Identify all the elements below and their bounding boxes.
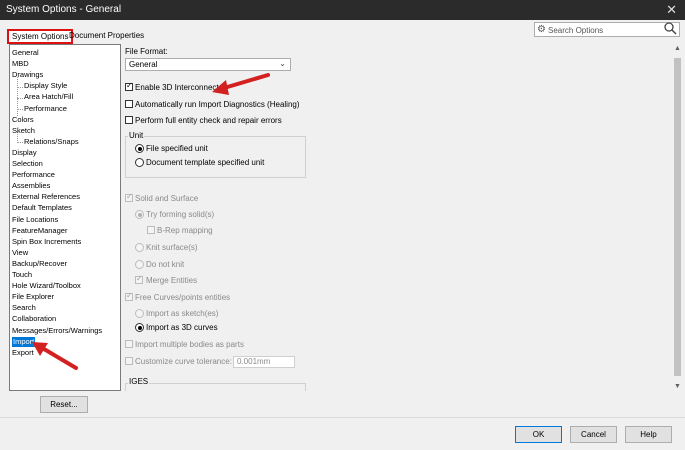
tree-item-performance[interactable]: Performance	[24, 104, 67, 114]
full-entity-check-label: Perform full entity check and repair err…	[135, 116, 282, 125]
close-icon[interactable]: ✕	[666, 2, 677, 18]
try-forming-solids-label: Try forming solid(s)	[146, 210, 215, 219]
reset-button[interactable]: Reset...	[40, 396, 88, 413]
tree-item-spin-box-increments[interactable]: Spin Box Increments	[12, 237, 81, 247]
checkmark-icon: ✓	[136, 274, 143, 283]
document-template-unit-radio[interactable]	[135, 158, 144, 167]
tree-item-general[interactable]: General	[12, 48, 39, 58]
merge-entities-checkbox[interactable]: ✓	[135, 274, 143, 284]
ok-button[interactable]: OK	[515, 426, 562, 443]
tree-item-search[interactable]: Search	[12, 303, 36, 313]
tree-item-file-explorer[interactable]: File Explorer	[12, 292, 54, 302]
solid-and-surface-label: Solid and Surface	[135, 194, 199, 203]
merge-entities-label: Merge Entities	[146, 276, 198, 285]
tree-item-area-hatch-fill[interactable]: Area Hatch/Fill	[24, 92, 73, 102]
tab-system-options[interactable]: System Options	[7, 29, 74, 44]
customize-tolerance-label: Customize curve tolerance:	[135, 357, 232, 366]
window-title: System Options - General	[6, 4, 122, 15]
tree-item-file-locations[interactable]: File Locations	[12, 215, 58, 225]
document-template-unit-label: Document template specified unit	[146, 158, 265, 167]
checkmark-icon: ✓	[126, 81, 133, 90]
file-format-label: File Format:	[125, 47, 168, 56]
import-as-3d-curves-radio[interactable]	[135, 323, 144, 332]
tab-document-properties[interactable]: Document Properties	[69, 31, 144, 40]
magnifier-icon[interactable]	[663, 21, 677, 35]
enable-3d-interconnect-label: Enable 3D Interconnect	[135, 83, 219, 92]
do-not-knit-radio[interactable]	[135, 260, 144, 269]
help-button[interactable]: Help	[625, 426, 672, 443]
tree-item-touch[interactable]: Touch	[12, 270, 32, 280]
scroll-down-icon[interactable]: ▼	[674, 383, 681, 390]
tree-item-hole-wizard-toolbox[interactable]: Hole Wizard/Toolbox	[12, 281, 81, 291]
options-tree[interactable]: General MBD Drawings Display Style Area Hatc…	[9, 44, 121, 391]
import-multiple-bodies-label: Import multiple bodies as parts	[135, 340, 244, 349]
tree-guide-line	[17, 142, 23, 143]
brep-mapping-checkbox[interactable]	[147, 226, 155, 234]
checkmark-icon: ✓	[126, 291, 133, 300]
annotation-arrow-icon	[32, 342, 78, 370]
auto-import-diagnostics-checkbox[interactable]	[125, 100, 133, 108]
radio-dot-icon	[137, 325, 142, 330]
unit-group	[125, 136, 306, 178]
tree-item-performance[interactable]: Performance	[12, 170, 55, 180]
search-input[interactable]: ⚙ Search Options	[534, 22, 680, 37]
tree-item-display[interactable]: Display	[12, 148, 37, 158]
tree-guide-line	[17, 77, 18, 116]
radio-dot-icon	[137, 146, 142, 151]
tree-guide-line	[17, 109, 23, 110]
title-bar: System Options - General ✕	[0, 0, 685, 20]
tree-item-view[interactable]: View	[12, 248, 28, 258]
options-panel: File Format: General ⌄ ✓ Enable 3D Inter…	[122, 44, 671, 391]
import-multiple-bodies-checkbox[interactable]	[125, 340, 133, 348]
import-as-3d-curves-label: Import as 3D curves	[146, 323, 218, 332]
do-not-knit-label: Do not knit	[146, 260, 185, 269]
tree-item-external-references[interactable]: External References	[12, 192, 80, 202]
tree-item-featuremanager[interactable]: FeatureManager	[12, 226, 67, 236]
file-format-value: General	[129, 60, 158, 69]
brep-mapping-label: B-Rep mapping	[157, 226, 213, 235]
tree-item-backup-recover[interactable]: Backup/Recover	[12, 259, 67, 269]
try-forming-solids-radio[interactable]	[135, 210, 144, 219]
customize-tolerance-checkbox[interactable]	[125, 357, 133, 365]
file-specified-unit-radio[interactable]	[135, 144, 144, 153]
tree-item-collaboration[interactable]: Collaboration	[12, 314, 56, 324]
iges-group-title: IGES	[128, 377, 150, 386]
tree-guide-line	[17, 98, 23, 99]
search-placeholder: Search Options	[548, 26, 604, 35]
knit-surfaces-label: Knit surface(s)	[146, 243, 198, 252]
file-specified-unit-label: File specified unit	[146, 144, 208, 153]
iges-group	[125, 383, 306, 391]
annotation-arrow-icon	[212, 73, 270, 95]
cancel-button[interactable]: Cancel	[570, 426, 617, 443]
chevron-down-icon: ⌄	[279, 59, 286, 68]
free-curves-label: Free Curves/points entities	[135, 293, 231, 302]
checkmark-icon: ✓	[126, 192, 133, 201]
tree-guide-line	[17, 87, 23, 88]
unit-group-title: Unit	[128, 131, 145, 140]
tree-item-display-style[interactable]: Display Style	[24, 81, 67, 91]
tree-item-mbd[interactable]: MBD	[12, 59, 29, 69]
knit-surfaces-radio[interactable]	[135, 243, 144, 252]
enable-3d-interconnect-checkbox[interactable]: ✓	[125, 81, 133, 91]
tree-item-relations-snaps[interactable]: Relations/Snaps	[24, 137, 79, 147]
tree-item-sketch[interactable]: Sketch	[12, 126, 35, 136]
auto-import-diagnostics-label: Automatically run Import Diagnostics (He…	[135, 100, 300, 109]
import-as-sketches-radio[interactable]	[135, 309, 144, 318]
curve-tolerance-input[interactable]: 0.001mm	[233, 356, 295, 368]
tree-item-assemblies[interactable]: Assemblies	[12, 181, 50, 191]
tree-item-drawings[interactable]: Drawings	[12, 70, 43, 80]
panel-scrollbar[interactable]: ▲ ▼	[672, 44, 683, 391]
full-entity-check-checkbox[interactable]	[125, 116, 133, 124]
gear-icon: ⚙	[537, 24, 546, 35]
solid-and-surface-checkbox[interactable]: ✓	[125, 192, 133, 202]
scroll-up-icon[interactable]: ▲	[674, 45, 681, 52]
tree-item-colors[interactable]: Colors	[12, 115, 34, 125]
tree-item-messages-errors-warnings[interactable]: Messages/Errors/Warnings	[12, 326, 102, 336]
tree-item-selection[interactable]: Selection	[12, 159, 43, 169]
import-as-sketches-label: Import as sketch(es)	[146, 309, 219, 318]
free-curves-checkbox[interactable]: ✓	[125, 291, 133, 301]
scrollbar-thumb[interactable]	[674, 58, 681, 376]
radio-dot-icon	[137, 212, 142, 217]
tree-item-default-templates[interactable]: Default Templates	[12, 203, 72, 213]
